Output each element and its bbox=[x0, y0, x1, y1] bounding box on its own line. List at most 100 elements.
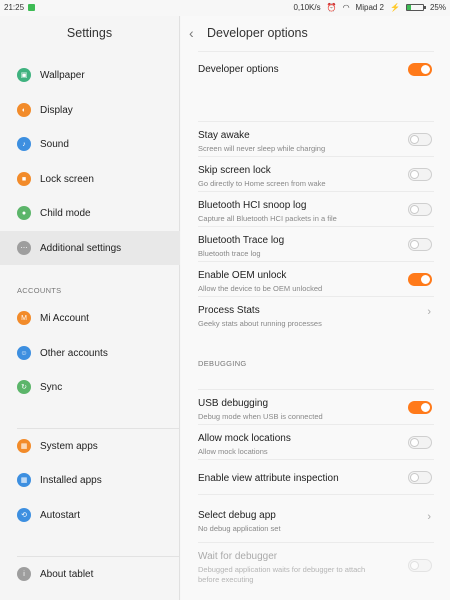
back-icon[interactable]: ‹ bbox=[189, 25, 199, 41]
row-subtitle: Screen will never sleep while charging bbox=[198, 144, 326, 153]
row-subtitle: Allow mock locations bbox=[198, 447, 268, 456]
select-debug-app-row[interactable]: Select debug app No debug application se… bbox=[198, 494, 434, 542]
bluetooth-trace-log-row[interactable]: Bluetooth Trace log Bluetooth trace log bbox=[198, 226, 434, 261]
sidebar-item-installed-apps[interactable]: ▦ Installed apps bbox=[0, 463, 180, 497]
accounts-icon: ☺ bbox=[17, 346, 31, 360]
row-title: Wait for debugger bbox=[198, 551, 278, 562]
sidebar-item-wallpaper[interactable]: ▣ Wallpaper bbox=[0, 58, 180, 92]
row-subtitle: Capture all Bluetooth HCI packets in a f… bbox=[198, 214, 337, 223]
wifi-icon: ◠ bbox=[342, 3, 350, 12]
view-attribute-inspection-toggle[interactable] bbox=[408, 471, 432, 484]
battery-level bbox=[406, 5, 411, 10]
skip-screen-lock-toggle[interactable] bbox=[408, 168, 432, 181]
row-subtitle: No debug application set bbox=[198, 524, 281, 533]
chevron-right-icon: › bbox=[427, 306, 431, 318]
about-icon: i bbox=[17, 567, 31, 581]
row-title: Bluetooth Trace log bbox=[198, 235, 285, 246]
status-time: 21:25 bbox=[4, 3, 25, 12]
sidebar-title: Settings bbox=[66, 26, 113, 40]
process-stats-row[interactable]: Process Stats Geeky stats about running … bbox=[198, 296, 434, 331]
stay-awake-row[interactable]: Stay awake Screen will never sleep while… bbox=[198, 121, 434, 156]
lock-icon: ■ bbox=[17, 172, 31, 186]
sidebar-item-label: Mi Account bbox=[40, 312, 89, 324]
row-title: Select debug app bbox=[198, 510, 276, 521]
display-icon: ◐ bbox=[17, 103, 31, 117]
toggle-knob bbox=[410, 438, 419, 447]
more-icon: ⋯ bbox=[17, 241, 31, 255]
sidebar-item-sound[interactable]: ♪ Sound bbox=[0, 127, 180, 161]
toggle-knob bbox=[410, 473, 419, 482]
page-title: Developer options bbox=[207, 26, 308, 40]
row-subtitle: Allow the device to be OEM unlocked bbox=[198, 284, 323, 293]
toggle-knob bbox=[421, 275, 430, 284]
chevron-right-icon: › bbox=[427, 511, 431, 523]
wait-for-debugger-row: Wait for debugger Debugged application w… bbox=[198, 542, 434, 600]
row-subtitle: Geeky stats about running processes bbox=[198, 319, 322, 328]
sidebar-item-sync[interactable]: ↻ Sync bbox=[0, 370, 180, 404]
skip-screen-lock-row[interactable]: Skip screen lock Go directly to Home scr… bbox=[198, 156, 434, 191]
row-title: Stay awake bbox=[198, 130, 250, 141]
toggle-knob bbox=[410, 240, 419, 249]
row-title: Developer options bbox=[198, 64, 279, 75]
sidebar-item-autostart[interactable]: ⟲ Autostart bbox=[0, 498, 180, 532]
battery-percent: 25% bbox=[429, 3, 446, 12]
developer-options-toggle[interactable] bbox=[408, 63, 432, 76]
system-apps-icon: ▦ bbox=[17, 439, 31, 453]
row-subtitle: Debug mode when USB is connected bbox=[198, 412, 323, 421]
sidebar-item-label: About tablet bbox=[40, 568, 94, 580]
sync-icon: ↻ bbox=[17, 380, 31, 394]
sidebar-item-label: Additional settings bbox=[40, 242, 122, 254]
row-title: Allow mock locations bbox=[198, 433, 291, 444]
allow-mock-locations-row[interactable]: Allow mock locations Allow mock location… bbox=[198, 424, 434, 459]
bluetooth-hci-snoop-log-row[interactable]: Bluetooth HCI snoop log Capture all Blue… bbox=[198, 191, 434, 226]
sidebar-item-label: Autostart bbox=[40, 509, 81, 521]
enable-oem-unlock-row[interactable]: Enable OEM unlock Allow the device to be… bbox=[198, 261, 434, 296]
sidebar-item-system-apps[interactable]: ▦ System apps bbox=[0, 429, 180, 463]
sidebar-item-child-mode[interactable]: ● Child mode bbox=[0, 196, 180, 230]
stay-awake-toggle[interactable] bbox=[408, 133, 432, 146]
sidebar-item-label: System apps bbox=[40, 440, 98, 452]
sidebar-item-label: Wallpaper bbox=[40, 69, 85, 81]
toggle-knob bbox=[410, 561, 419, 570]
usb-debugging-row[interactable]: USB debugging Debug mode when USB is con… bbox=[198, 389, 434, 424]
sidebar-item-additional-settings[interactable]: ⋯ Additional settings bbox=[0, 231, 180, 265]
child-mode-icon: ● bbox=[17, 206, 31, 220]
sidebar-item-mi-account[interactable]: M Mi Account bbox=[0, 301, 180, 335]
network-name: Mipad 2 bbox=[355, 3, 385, 12]
sidebar-item-about-tablet[interactable]: i About tablet bbox=[0, 557, 180, 591]
mi-account-icon: M bbox=[17, 311, 31, 325]
row-title: USB debugging bbox=[198, 398, 269, 409]
wallpaper-icon: ▣ bbox=[17, 68, 31, 82]
enable-oem-unlock-toggle[interactable] bbox=[408, 273, 432, 286]
developer-options-master-row[interactable]: Developer options bbox=[198, 51, 434, 86]
row-title: Skip screen lock bbox=[198, 165, 271, 176]
status-bar: 21:25 0,10K/s ⏰ ◠ Mipad 2 ⚡ 25% bbox=[0, 0, 450, 16]
row-subtitle: Debugged application waits for debugger … bbox=[198, 565, 366, 574]
debugging-section-header: DEBUGGING bbox=[198, 359, 247, 368]
accounts-section-header: ACCOUNTS bbox=[17, 286, 62, 295]
developer-options-panel: ‹ Developer options Developer options St… bbox=[181, 16, 450, 600]
usb-debugging-toggle[interactable] bbox=[408, 401, 432, 414]
sidebar-item-label: Installed apps bbox=[40, 474, 102, 486]
row-subtitle: Bluetooth trace log bbox=[198, 249, 261, 258]
sidebar-item-display[interactable]: ◐ Display bbox=[0, 93, 180, 127]
installed-apps-icon: ▦ bbox=[17, 473, 31, 487]
toggle-knob bbox=[410, 135, 419, 144]
sidebar-item-label: Child mode bbox=[40, 207, 91, 219]
row-subtitle: Go directly to Home screen from wake bbox=[198, 179, 326, 188]
allow-mock-locations-toggle[interactable] bbox=[408, 436, 432, 449]
alarm-icon: ⏰ bbox=[326, 3, 337, 12]
row-subtitle-line2: before executing bbox=[198, 575, 254, 584]
row-title: Process Stats bbox=[198, 305, 260, 316]
view-attribute-inspection-row[interactable]: Enable view attribute inspection bbox=[198, 459, 434, 494]
network-speed: 0,10K/s bbox=[293, 3, 321, 12]
row-title: Enable OEM unlock bbox=[198, 270, 287, 281]
row-title: Bluetooth HCI snoop log bbox=[198, 200, 307, 211]
notification-icon bbox=[28, 4, 36, 11]
sidebar-item-lock-screen[interactable]: ■ Lock screen bbox=[0, 162, 180, 196]
autostart-icon: ⟲ bbox=[17, 508, 31, 522]
sound-icon: ♪ bbox=[17, 137, 31, 151]
bluetooth-hci-snoop-log-toggle[interactable] bbox=[408, 203, 432, 216]
sidebar-item-other-accounts[interactable]: ☺ Other accounts bbox=[0, 336, 180, 370]
bluetooth-trace-log-toggle[interactable] bbox=[408, 238, 432, 251]
